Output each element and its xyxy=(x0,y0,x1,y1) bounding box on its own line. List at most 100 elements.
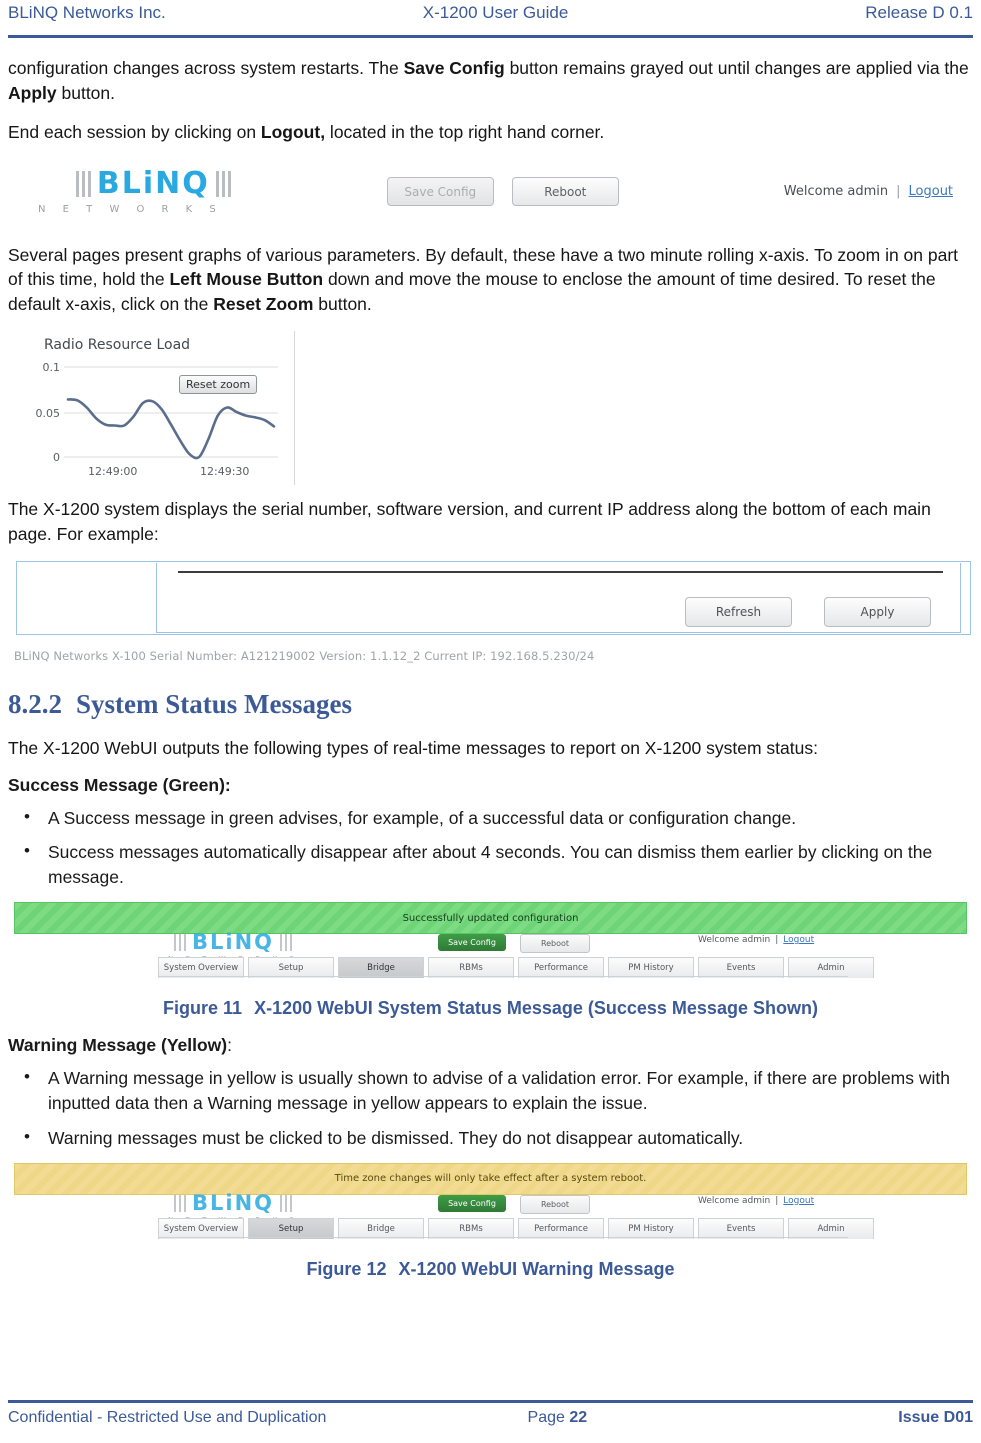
save-config-button[interactable]: Save Config xyxy=(438,934,506,952)
welcome-area: Welcome admin | Logout xyxy=(784,184,953,199)
figure-12-number: Figure 12 xyxy=(306,1258,387,1279)
tab-rbms[interactable]: RBMs xyxy=(428,1217,514,1239)
welcome-separator: | xyxy=(896,184,901,200)
para2-part-c: located in the top right hand corner. xyxy=(325,121,605,142)
document-footer: Confidential - Restricted Use and Duplic… xyxy=(8,1400,973,1427)
blinq-logo-row: BLiNQ xyxy=(70,168,237,199)
tab-admin[interactable]: Admin xyxy=(788,957,874,979)
logo-right-bars-icon xyxy=(280,934,293,952)
tab-events[interactable]: Events xyxy=(698,1217,784,1239)
reboot-button[interactable]: Reboot xyxy=(520,1194,590,1214)
figure-11-text: X-1200 WebUI System Status Message (Succ… xyxy=(254,998,818,1019)
success-message-label: Success Message (Green): xyxy=(8,774,231,795)
logout-link[interactable]: Logout xyxy=(909,184,954,199)
apply-button[interactable]: Apply xyxy=(824,596,931,627)
logout-link[interactable]: Logout xyxy=(783,935,814,945)
tab-admin[interactable]: Admin xyxy=(788,1217,874,1239)
para1-part-e: button. xyxy=(56,82,116,103)
chart-plot-area: 0.1 0.05 0 Reset zoom xyxy=(16,357,294,465)
figure-11-number: Figure 11 xyxy=(163,998,243,1019)
warning-banner[interactable]: Time zone changes will only take effect … xyxy=(14,1162,967,1195)
webui-top-buttons-small: Save Config Reboot xyxy=(438,1194,590,1214)
para1-part-a: configuration changes across system rest… xyxy=(8,58,404,78)
section-number: 8.2.2 xyxy=(8,688,62,719)
warning-label-bold: Warning Message (Yellow) xyxy=(8,1035,228,1056)
screenshot-success-message: Successfully updated configuration BLiNQ… xyxy=(8,902,973,984)
footer-divider xyxy=(8,1400,973,1403)
chart-svg: 0.1 0.05 0 xyxy=(36,361,278,464)
tab-bridge[interactable]: Bridge xyxy=(338,957,424,979)
reboot-button[interactable]: Reboot xyxy=(520,934,590,954)
blinq-logo-subtitle: N E T W O R K S xyxy=(38,203,223,215)
footer-row: Confidential - Restricted Use and Duplic… xyxy=(8,1409,973,1427)
webui-tab-bar-success: System Overview Setup Bridge RBMs Performanc… xyxy=(158,957,874,979)
panel-divider xyxy=(178,570,943,573)
tab-performance[interactable]: Performance xyxy=(518,1217,604,1239)
chart-ytick-0: 0.1 xyxy=(43,361,61,374)
para3-reset-zoom-bold: Reset Zoom xyxy=(213,294,314,315)
tab-events[interactable]: Events xyxy=(698,957,784,979)
blinq-logo-row-small: BLiNQ xyxy=(168,932,313,953)
screenshot-webui-header: BLiNQ N E T W O R K S Save Config Reboot… xyxy=(8,159,973,225)
blinq-logo-row-small: BLiNQ xyxy=(168,1192,313,1214)
tab-system-overview[interactable]: System Overview xyxy=(158,1217,244,1239)
footer-center: Page 22 xyxy=(216,1409,898,1427)
save-config-button[interactable]: Save Config xyxy=(438,1194,506,1212)
paragraph-graph-zoom: Several pages present graphs of various … xyxy=(8,243,973,318)
tab-rbms[interactable]: RBMs xyxy=(428,957,514,979)
paragraph-message-types: The X-1200 WebUI outputs the following t… xyxy=(8,737,818,758)
chart-x-axis-labels: 12:49:00 12:49:30 xyxy=(16,465,294,481)
tab-setup[interactable]: Setup xyxy=(248,1217,334,1239)
screenshot-bottom-panel: Refresh Apply xyxy=(8,560,973,643)
tab-pm-history[interactable]: PM History xyxy=(608,957,694,979)
header-divider xyxy=(8,35,973,38)
chart-series-line xyxy=(66,398,276,460)
reset-zoom-button[interactable]: Reset zoom xyxy=(179,375,258,395)
list-item: Success messages automatically disappear… xyxy=(8,839,973,890)
paragraph-serial-number: The X-1200 system displays the serial nu… xyxy=(8,499,931,544)
paragraph-logout: End each session by clicking on Logout, … xyxy=(8,120,973,145)
tab-performance[interactable]: Performance xyxy=(518,957,604,979)
logo-left-bars-icon xyxy=(75,170,91,197)
chart-ytick-1: 0.05 xyxy=(36,407,61,420)
tab-system-overview[interactable]: System Overview xyxy=(158,957,244,979)
tab-bar-underline xyxy=(158,1236,848,1238)
para2-logout-bold: Logout, xyxy=(260,121,326,142)
document-page: BLiNQ Networks Inc. X-1200 User Guide Re… xyxy=(0,0,981,1443)
para3-part-e: button. xyxy=(313,294,372,315)
save-config-button[interactable]: Save Config xyxy=(386,177,494,207)
header-center: X-1200 User Guide xyxy=(422,3,569,22)
document-header: BLiNQ Networks Inc. X-1200 User Guide Re… xyxy=(8,0,973,35)
warning-message-label: Warning Message (Yellow): xyxy=(8,1035,973,1056)
welcome-area-small: Welcome admin | Logout xyxy=(698,935,814,945)
blinq-logo: BLiNQ N E T W O R K S xyxy=(38,168,237,215)
header-right: Release D 0.1 xyxy=(865,3,973,22)
chart-xtick-1: 12:49:30 xyxy=(200,465,250,479)
reboot-button[interactable]: Reboot xyxy=(511,177,619,207)
welcome-text: Welcome admin xyxy=(698,1195,771,1206)
panel-buttons: Refresh Apply xyxy=(685,596,931,627)
para1-part-c: button remains grayed out until changes … xyxy=(504,58,969,78)
system-status-line: BLiNQ Networks X-100 Serial Number: A121… xyxy=(14,648,595,663)
chart-ytick-2: 0 xyxy=(53,451,60,464)
para1-save-config-bold: Save Config xyxy=(403,58,505,78)
welcome-separator: | xyxy=(775,935,779,946)
logo-right-bars-icon xyxy=(215,170,231,197)
tab-pm-history[interactable]: PM History xyxy=(608,1217,694,1239)
figure-11-caption: Figure 11 X-1200 WebUI System Status Mess… xyxy=(8,998,973,1019)
screenshot-radio-resource-load-chart: Radio Resource Load 0.1 0.05 0 Reset zoo… xyxy=(16,331,295,486)
logo-right-bars-icon xyxy=(280,1194,293,1212)
list-item: A Success message in green advises, for … xyxy=(8,805,973,831)
tab-setup[interactable]: Setup xyxy=(248,957,334,979)
logout-link[interactable]: Logout xyxy=(783,1196,814,1206)
success-message-bullets: A Success message in green advises, for … xyxy=(8,805,973,891)
footer-page-label: Page xyxy=(527,1409,570,1426)
figure-12-text: X-1200 WebUI Warning Message xyxy=(398,1258,675,1279)
footer-right: Issue D01 xyxy=(898,1409,973,1426)
logo-left-bars-icon xyxy=(174,934,186,952)
refresh-button[interactable]: Refresh xyxy=(685,596,792,627)
para2-part-a: End each session by clicking on xyxy=(8,121,261,142)
success-banner[interactable]: Successfully updated configuration xyxy=(14,902,967,935)
tab-bar-underline xyxy=(158,976,848,978)
tab-bridge[interactable]: Bridge xyxy=(338,1217,424,1239)
